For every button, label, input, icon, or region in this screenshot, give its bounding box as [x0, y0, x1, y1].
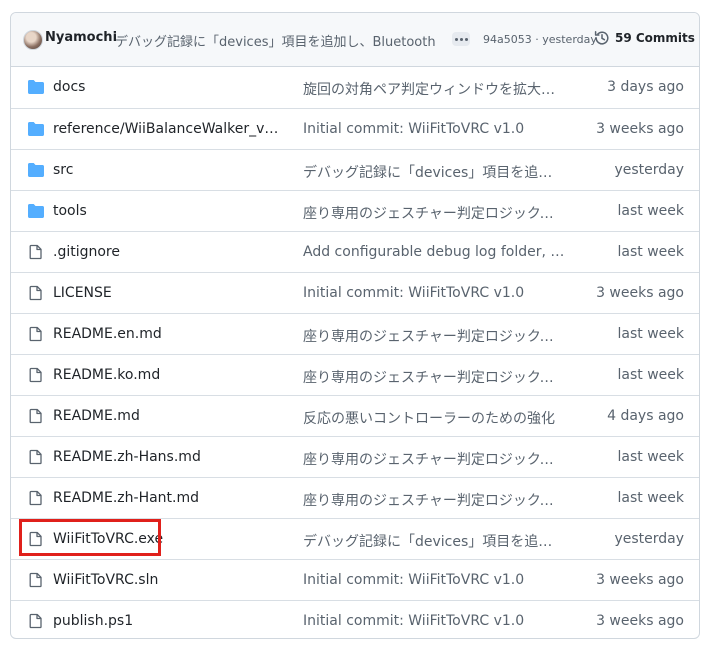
- commit-author[interactable]: Nyamochi: [45, 30, 117, 45]
- file-row[interactable]: README.ko.md 座り専用のジェスチャー判定ロジック、実装 last wee…: [11, 354, 699, 395]
- file-commit-age: 3 weeks ago: [596, 572, 684, 588]
- file-name-link[interactable]: src: [53, 162, 283, 178]
- file-commit-message[interactable]: 座り専用のジェスチャー判定ロジック、実装: [303, 449, 565, 469]
- file-icon: [27, 613, 45, 629]
- file-name-link[interactable]: README.en.md: [53, 326, 283, 342]
- file-commit-age: last week: [617, 203, 685, 219]
- file-icon: [27, 408, 45, 424]
- file-name-link[interactable]: README.ko.md: [53, 367, 283, 383]
- file-commit-message[interactable]: Add configurable debug log folder, short: [303, 244, 565, 260]
- file-commit-message[interactable]: Initial commit: WiiFitToVRC v1.0: [303, 613, 565, 629]
- folder-icon: [27, 79, 45, 95]
- file-icon: [27, 449, 45, 465]
- file-icon: [27, 572, 45, 588]
- commit-message[interactable]: デバッグ記録に「devices」項目を追加し、Bluetooth: [115, 31, 437, 50]
- file-name-link[interactable]: README.zh-Hans.md: [53, 449, 283, 465]
- commits-history-link[interactable]: 59 Commits: [594, 30, 695, 46]
- file-commit-message[interactable]: Initial commit: WiiFitToVRC v1.0: [303, 572, 565, 588]
- file-commit-age: 4 days ago: [607, 408, 684, 424]
- file-name-link[interactable]: WiiFitToVRC.sln: [53, 572, 283, 588]
- file-commit-message[interactable]: 反応の悪いコントローラーのための強化: [303, 408, 565, 428]
- file-commit-message[interactable]: 座り専用のジェスチャー判定ロジック、実装: [303, 367, 565, 387]
- file-row[interactable]: README.zh-Hans.md 座り専用のジェスチャー判定ロジック、実装 las…: [11, 436, 699, 477]
- folder-icon: [27, 162, 45, 178]
- folder-icon: [27, 121, 45, 137]
- file-name-link[interactable]: docs: [53, 79, 283, 95]
- file-commit-age: last week: [617, 367, 685, 383]
- file-row[interactable]: README.en.md 座り専用のジェスチャー判定ロジック、実装 last wee…: [11, 313, 699, 354]
- file-name-link[interactable]: WiiFitToVRC.exe: [53, 531, 283, 547]
- file-row[interactable]: docs 旋回の対角ペア判定ウィンドウを拡大し、 3 days ago: [11, 67, 699, 108]
- file-icon: [27, 531, 45, 547]
- file-commit-message[interactable]: Initial commit: WiiFitToVRC v1.0: [303, 285, 565, 301]
- file-name-link[interactable]: LICENSE: [53, 285, 283, 301]
- file-icon: [27, 285, 45, 301]
- file-commit-age: last week: [617, 244, 685, 260]
- file-name-link[interactable]: reference/WiiBalanceWalker_v0.4…: [53, 121, 283, 137]
- file-commit-age: 3 weeks ago: [596, 121, 684, 137]
- file-name-link[interactable]: tools: [53, 203, 283, 219]
- file-icon: [27, 490, 45, 506]
- file-row[interactable]: WiiFitToVRC.sln Initial commit: WiiFitToV…: [11, 559, 699, 600]
- file-name-link[interactable]: .gitignore: [53, 244, 283, 260]
- file-commit-age: last week: [617, 326, 685, 342]
- file-icon: [27, 326, 45, 342]
- file-commit-message[interactable]: デバッグ記録に「devices」項目を追加し、: [303, 162, 565, 182]
- file-commit-age: 3 weeks ago: [596, 613, 684, 629]
- file-row[interactable]: .gitignore Add configurable debug log fol…: [11, 231, 699, 272]
- file-name-link[interactable]: publish.ps1: [53, 613, 283, 629]
- file-commit-message[interactable]: 旋回の対角ペア判定ウィンドウを拡大し、: [303, 79, 565, 99]
- file-list: docs 旋回の対角ペア判定ウィンドウを拡大し、 3 days ago referen…: [11, 67, 699, 638]
- file-row[interactable]: WiiFitToVRC.exe デバッグ記録に「devices」項目を追加し、 ye…: [11, 518, 699, 559]
- folder-icon: [27, 203, 45, 219]
- file-name-link[interactable]: README.zh-Hant.md: [53, 490, 283, 506]
- expand-commit-message-button[interactable]: [452, 32, 470, 46]
- file-icon: [27, 244, 45, 260]
- file-commit-age: last week: [617, 449, 685, 465]
- file-commit-age: last week: [617, 490, 685, 506]
- repo-file-browser: Nyamochi デバッグ記録に「devices」項目を追加し、Bluetoot…: [10, 12, 700, 639]
- file-row[interactable]: README.md 反応の悪いコントローラーのための強化 4 days ago: [11, 395, 699, 436]
- file-commit-message[interactable]: 座り専用のジェスチャー判定ロジック、実装: [303, 490, 565, 510]
- commit-meta: 94a5053 · yesterday: [483, 33, 597, 46]
- file-commit-age: 3 weeks ago: [596, 285, 684, 301]
- file-commit-age: yesterday: [614, 531, 684, 547]
- file-commit-age: 3 days ago: [607, 79, 684, 95]
- file-icon: [27, 367, 45, 383]
- file-commit-message[interactable]: 座り専用のジェスチャー判定ロジック、実装: [303, 203, 565, 223]
- file-row[interactable]: src デバッグ記録に「devices」項目を追加し、 yesterday: [11, 149, 699, 190]
- file-row[interactable]: LICENSE Initial commit: WiiFitToVRC v1.0 3…: [11, 272, 699, 313]
- commit-sha[interactable]: 94a5053: [483, 33, 532, 46]
- author-avatar[interactable]: [23, 30, 43, 50]
- file-row[interactable]: tools 座り専用のジェスチャー判定ロジック、実装 last week: [11, 190, 699, 231]
- history-icon: [594, 31, 609, 45]
- file-row[interactable]: publish.ps1 Initial commit: WiiFitToVRC v…: [11, 600, 699, 638]
- file-commit-message[interactable]: デバッグ記録に「devices」項目を追加し、: [303, 531, 565, 551]
- file-commit-message[interactable]: Initial commit: WiiFitToVRC v1.0: [303, 121, 565, 137]
- file-row[interactable]: reference/WiiBalanceWalker_v0.4… Initial …: [11, 108, 699, 149]
- latest-commit-bar: Nyamochi デバッグ記録に「devices」項目を追加し、Bluetoot…: [11, 13, 699, 67]
- commits-count: 59 Commits: [615, 31, 695, 45]
- file-commit-age: yesterday: [614, 162, 684, 178]
- file-row[interactable]: README.zh-Hant.md 座り専用のジェスチャー判定ロジック、実装 las…: [11, 477, 699, 518]
- commit-time: yesterday: [542, 33, 597, 46]
- meta-separator: ·: [535, 33, 539, 46]
- file-name-link[interactable]: README.md: [53, 408, 283, 424]
- file-commit-message[interactable]: 座り専用のジェスチャー判定ロジック、実装: [303, 326, 565, 346]
